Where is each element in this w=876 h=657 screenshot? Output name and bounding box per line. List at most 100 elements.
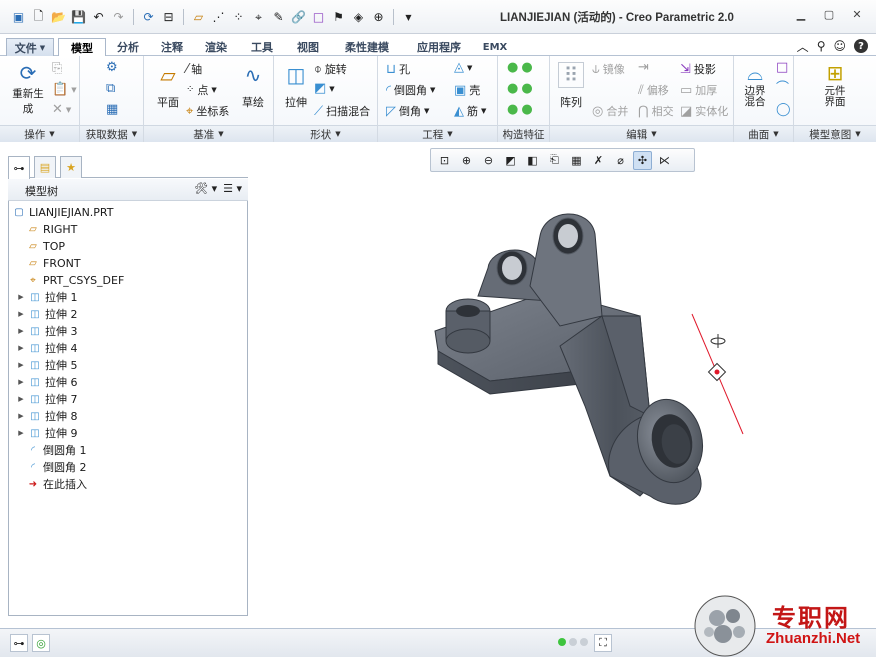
tree-node[interactable]: ▶ ◫ 拉伸 7: [17, 391, 77, 407]
refit-icon[interactable]: ⊡: [435, 151, 454, 170]
expand-arrow-icon[interactable]: ▶: [17, 293, 25, 301]
sweep-button[interactable]: ◩ ▼: [314, 82, 335, 95]
construct-feature-2-button[interactable]: ● ●: [507, 82, 533, 95]
extend-button[interactable]: ⇥: [638, 61, 649, 74]
expand-arrow-icon[interactable]: ▶: [17, 327, 25, 335]
round-button[interactable]: ◜ 倒圆角 ▼: [386, 82, 435, 98]
construct-feature-3-button[interactable]: ● ●: [507, 103, 533, 116]
group-title-operations[interactable]: 操作 ▼: [0, 125, 79, 142]
shrinkwrap-button[interactable]: ▦: [106, 103, 118, 116]
swept-blend-button[interactable]: ⟋ 扫描混合: [314, 103, 370, 119]
link-icon[interactable]: 🔗: [290, 9, 307, 26]
paste-button[interactable]: 📋 ▼: [52, 83, 77, 96]
tree-node[interactable]: ➜ 在此插入: [27, 476, 87, 492]
mirror-button[interactable]: ⫝ 镜像: [592, 61, 625, 77]
tab-tools[interactable]: 工具: [242, 38, 282, 56]
app-menu-icon[interactable]: ▣: [10, 9, 27, 26]
delete-button[interactable]: ✕ ▼: [52, 103, 71, 116]
axis-button[interactable]: ⁄ 轴: [186, 61, 202, 77]
saved-orientations-icon[interactable]: ⎗: [545, 151, 564, 170]
expand-arrow-icon[interactable]: ▶: [17, 395, 25, 403]
spin-center-marker[interactable]: [707, 334, 727, 382]
thicken-button[interactable]: ▭ 加厚: [680, 82, 717, 98]
repaint-icon[interactable]: ◩: [501, 151, 520, 170]
search-icon[interactable]: ⚲: [817, 39, 826, 53]
part-model[interactable]: [434, 213, 710, 505]
spin-center-icon[interactable]: ✣: [633, 150, 652, 170]
component-interface-button[interactable]: ⊞ 元件界面: [806, 60, 864, 108]
plane-button[interactable]: ▱ 平面: [148, 62, 188, 110]
tab-render[interactable]: 渲染: [196, 38, 236, 56]
rib-button[interactable]: ◭ 筋 ▼: [454, 103, 486, 119]
minimize-ribbon-icon[interactable]: ︿: [797, 38, 809, 55]
expand-arrow-icon[interactable]: ▶: [17, 310, 25, 318]
group-title-editing[interactable]: 编辑 ▼: [550, 125, 733, 142]
redo-icon[interactable]: ↷: [110, 9, 127, 26]
undo-icon[interactable]: ↶: [90, 9, 107, 26]
tree-settings-icon[interactable]: 🛠 ▾: [194, 182, 217, 195]
tree-node[interactable]: ◜ 倒圆角 2: [27, 459, 86, 475]
pattern-button[interactable]: ⠿ 阵列: [554, 62, 588, 110]
tree-node[interactable]: ▶ ◫ 拉伸 2: [17, 306, 77, 322]
tree-node[interactable]: ▶ ◫ 拉伸 6: [17, 374, 77, 390]
display-style-icon[interactable]: ◧: [523, 151, 542, 170]
style-button[interactable]: ⌒: [776, 82, 789, 95]
tree-node[interactable]: ▶ ◫ 拉伸 8: [17, 408, 77, 424]
tree-node[interactable]: ▶ ◫ 拉伸 9: [17, 425, 77, 441]
maximize-icon[interactable]: ▢: [818, 6, 840, 22]
offset-button[interactable]: ⫽ 偏移: [638, 82, 669, 98]
plane-small-icon[interactable]: ▱: [190, 9, 207, 26]
flag-icon[interactable]: ⚑: [330, 9, 347, 26]
tree-node[interactable]: ▱ FRONT: [27, 255, 80, 271]
expand-arrow-icon[interactable]: ▶: [17, 429, 25, 437]
community-icon[interactable]: ☺: [833, 39, 846, 53]
tree-node[interactable]: ◜ 倒圆角 1: [27, 442, 86, 458]
sketch-small-icon[interactable]: ✎: [270, 9, 287, 26]
view-manager-icon[interactable]: ▦: [567, 151, 586, 170]
project-button[interactable]: ⇲ 投影: [680, 61, 716, 77]
tree-node[interactable]: ▶ ◫ 拉伸 1: [17, 289, 77, 305]
expand-arrow-icon[interactable]: ▶: [17, 412, 25, 420]
group-title-get-data[interactable]: 获取数据 ▼: [80, 125, 143, 142]
fill-surface-button[interactable]: □: [776, 61, 788, 74]
expand-arrow-icon[interactable]: ▶: [17, 344, 25, 352]
tab-favorites[interactable]: ★: [60, 156, 82, 178]
annotation-display-icon[interactable]: ⌀: [611, 151, 630, 170]
spin-center-small-icon[interactable]: ⊕: [370, 9, 387, 26]
selection-filter-icon[interactable]: ⛶: [594, 634, 612, 652]
group-title-shapes[interactable]: 形状 ▼: [274, 125, 377, 142]
zoom-out-icon[interactable]: ⊖: [479, 151, 498, 170]
group-title-engineering[interactable]: 工程 ▼: [378, 125, 497, 142]
group-title-model-intent[interactable]: 模型意图 ▼: [794, 125, 876, 142]
group-title-surfaces[interactable]: 曲面 ▼: [734, 125, 793, 142]
customize-qat-icon[interactable]: ▼: [400, 9, 417, 26]
group-title-datum[interactable]: 基准 ▼: [144, 125, 273, 142]
tab-applications[interactable]: 应用程序: [406, 38, 472, 56]
help-icon[interactable]: ?: [854, 39, 868, 53]
merge-button[interactable]: ◎ 合并: [592, 103, 628, 119]
copy-geometry-button[interactable]: ⧉: [106, 82, 115, 95]
save-icon[interactable]: 💾: [70, 9, 87, 26]
perspective-view-icon[interactable]: ⋉: [655, 151, 674, 170]
tree-node[interactable]: ▶ ◫ 拉伸 5: [17, 357, 77, 373]
datum-display-filters-icon[interactable]: ✗: [589, 151, 608, 170]
axis-small-icon[interactable]: ⋰: [210, 9, 227, 26]
tab-folder-browser[interactable]: ▤: [34, 156, 56, 178]
expand-arrow-icon[interactable]: ▶: [17, 378, 25, 386]
point-small-icon[interactable]: ⁘: [230, 9, 247, 26]
datum-display-icon[interactable]: ◈: [350, 9, 367, 26]
new-file-icon[interactable]: 🗋: [30, 9, 47, 26]
window-icon[interactable]: ⊟: [160, 9, 177, 26]
expand-arrow-icon[interactable]: ▶: [17, 361, 25, 369]
box-icon[interactable]: □: [310, 9, 327, 26]
intersect-button[interactable]: ⋂ 相交: [638, 103, 674, 119]
draft-button[interactable]: ◬ ▼: [454, 61, 472, 74]
tab-analysis[interactable]: 分析: [108, 38, 148, 56]
copy-button[interactable]: ⎘: [52, 62, 62, 75]
tree-display-icon[interactable]: ☰ ▾: [223, 182, 242, 195]
tree-node[interactable]: ▱ TOP: [27, 238, 65, 254]
graphics-area[interactable]: [250, 176, 870, 626]
regenerate-small-icon[interactable]: ⟳: [140, 9, 157, 26]
construct-feature-1-button[interactable]: ● ●: [507, 61, 533, 74]
sketch-button[interactable]: ∿ 草绘: [236, 62, 270, 110]
